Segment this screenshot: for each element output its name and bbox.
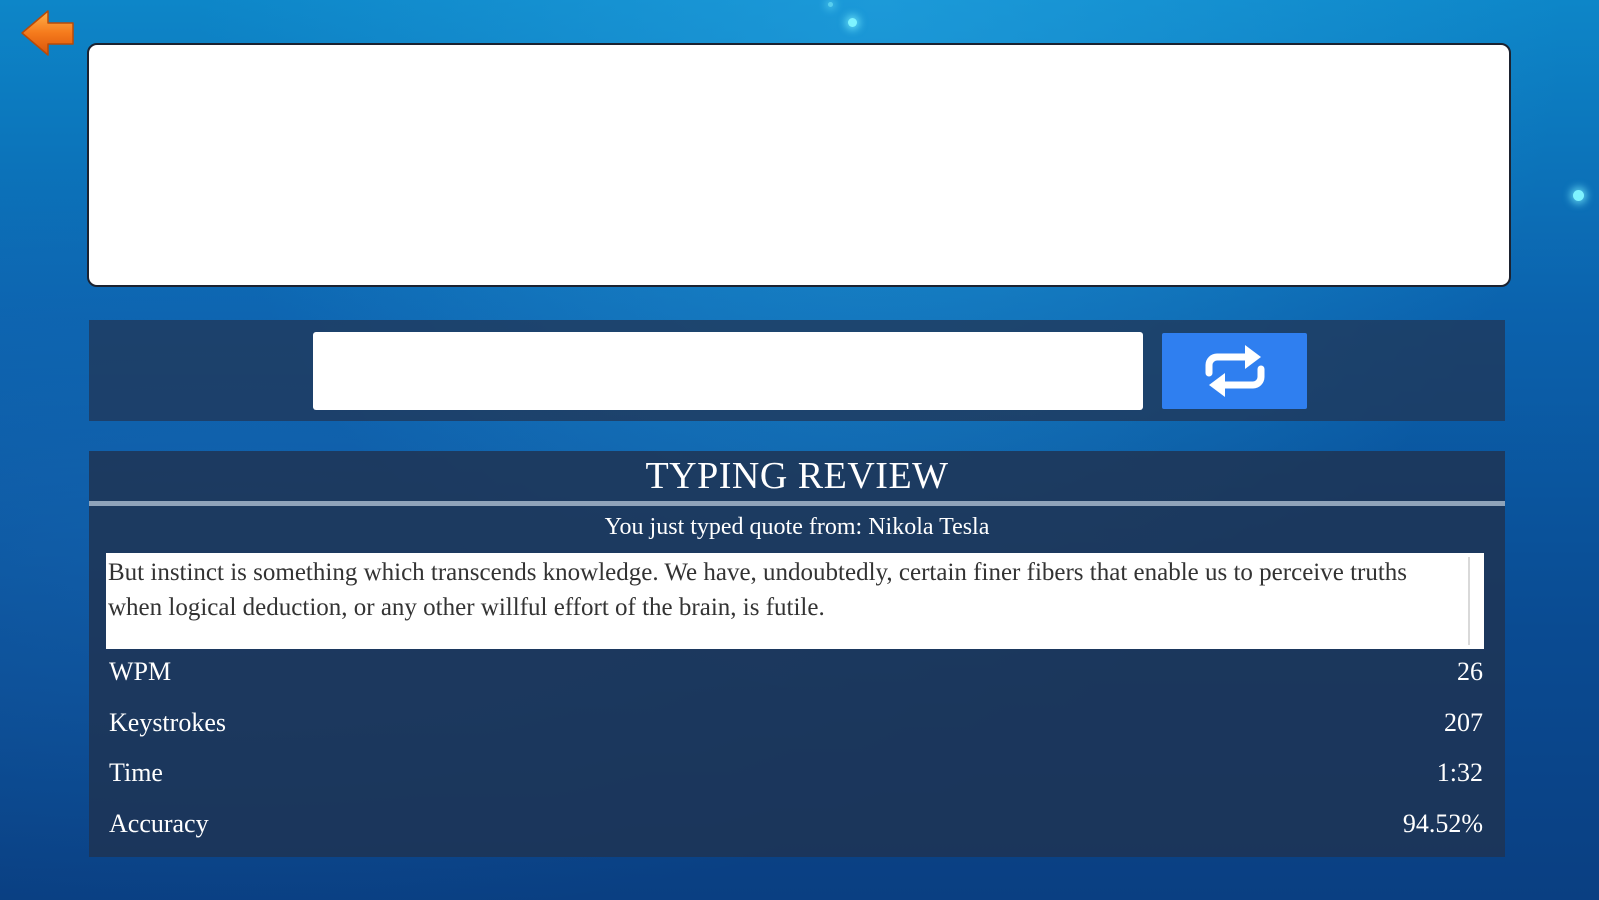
stat-value: 207 — [1444, 708, 1483, 737]
typed-quote-box[interactable]: But instinct is something which transcen… — [106, 553, 1484, 649]
scrollbar[interactable] — [1468, 557, 1482, 645]
back-arrow-icon — [21, 10, 74, 56]
review-title: TYPING REVIEW — [645, 455, 949, 497]
stat-row-wpm: WPM 26 — [109, 652, 1483, 692]
restart-button[interactable] — [1162, 333, 1307, 409]
typed-quote-text: But instinct is something which transcen… — [108, 559, 1408, 621]
typing-input[interactable] — [313, 332, 1143, 410]
review-subtitle: You just typed quote from: Nikola Tesla — [604, 514, 990, 540]
stat-row-accuracy: Accuracy 94.52% — [109, 804, 1483, 844]
repeat-icon — [1205, 345, 1264, 397]
divider — [89, 501, 1505, 506]
background-star — [848, 18, 857, 27]
stat-label: WPM — [109, 657, 172, 686]
stat-label: Keystrokes — [109, 708, 226, 737]
quote-display-area — [87, 43, 1511, 287]
typing-review-panel: TYPING REVIEW You just typed quote from:… — [89, 451, 1505, 857]
stat-value: 94.52% — [1402, 809, 1483, 838]
back-button[interactable] — [18, 8, 78, 58]
stat-value: 1:32 — [1436, 758, 1483, 787]
stat-label: Time — [109, 758, 163, 787]
stat-label: Accuracy — [109, 809, 209, 838]
stat-value: 26 — [1457, 657, 1483, 686]
background-star — [828, 2, 833, 7]
background-star — [1573, 190, 1584, 201]
stat-row-time: Time 1:32 — [109, 753, 1483, 793]
stat-row-keystrokes: Keystrokes 207 — [109, 703, 1483, 743]
